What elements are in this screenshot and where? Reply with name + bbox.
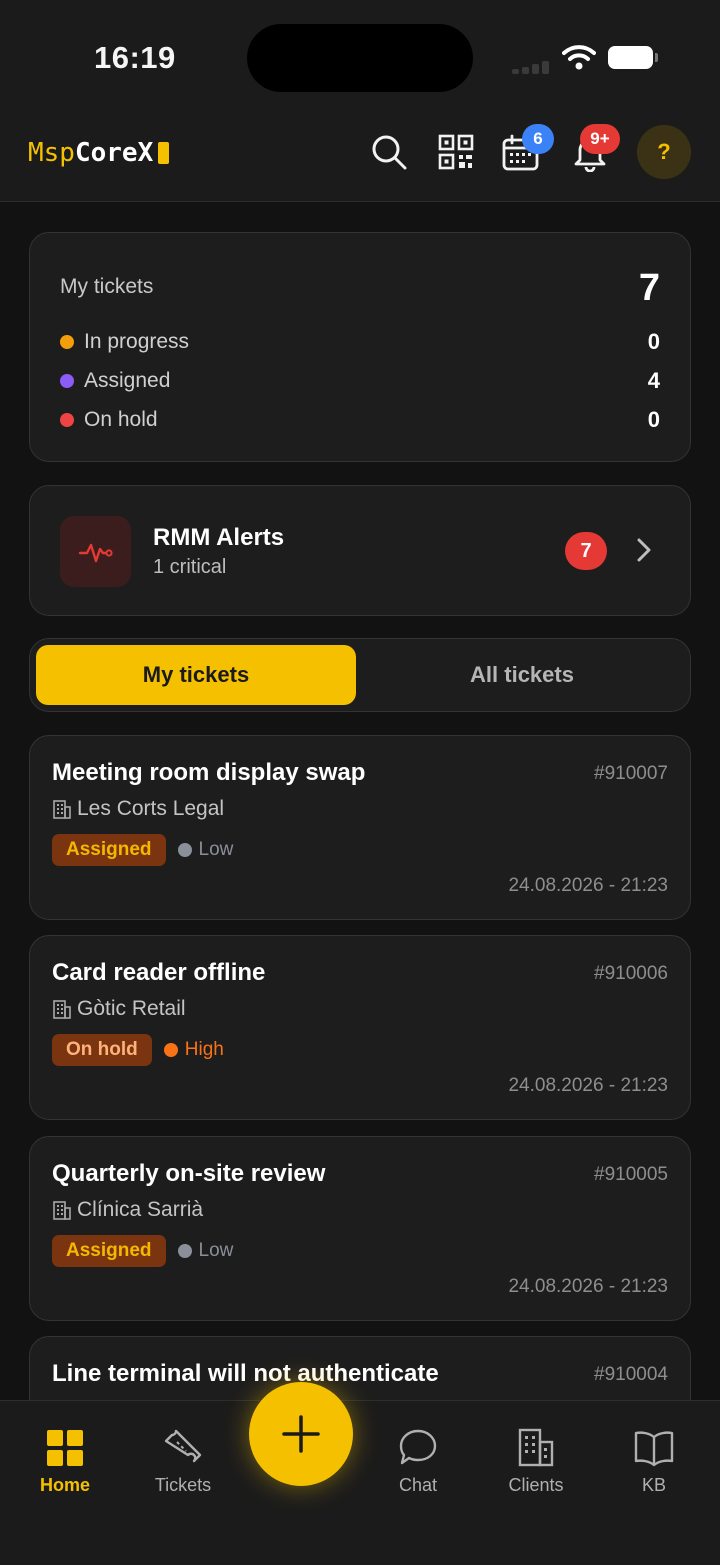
rmm-title: RMM Alerts (153, 524, 285, 551)
plus-icon (282, 1415, 320, 1453)
bottom-navigation: Home Tickets Chat Clients KB (0, 1400, 720, 1565)
battery-icon (608, 46, 658, 69)
notifications-button[interactable]: 9+ (570, 124, 620, 174)
help-button[interactable]: ? (637, 125, 691, 179)
ticket-id: #910007 (594, 763, 668, 784)
ticket-title: Card reader offline (52, 959, 266, 986)
priority-label: Low (198, 1240, 234, 1261)
status-badge: On hold (52, 1034, 152, 1066)
priority-label: Low (198, 839, 234, 860)
nav-tickets[interactable]: Tickets (128, 1423, 238, 1496)
ticket-id: #910006 (594, 963, 668, 984)
priority-indicator: High (163, 1039, 224, 1061)
ticket-chips: Assigned Low (52, 834, 233, 866)
status-time: 16:19 (94, 40, 176, 75)
building-icon (53, 1200, 71, 1220)
building-icon (53, 999, 71, 1019)
ticket-id: #910005 (594, 1164, 668, 1185)
home-grid-icon (46, 1423, 84, 1467)
tab-my-tickets[interactable]: My tickets (36, 645, 356, 705)
rmm-alerts-card[interactable]: RMM Alerts 1 critical 7 (29, 485, 691, 616)
ticket-icon (162, 1423, 204, 1467)
calendar-button[interactable]: 6 (500, 124, 554, 174)
summary-row-label: Assigned (84, 369, 171, 392)
chat-bubble-icon (398, 1423, 438, 1467)
status-dot (60, 335, 74, 349)
nav-home[interactable]: Home (10, 1423, 120, 1496)
summary-row-on-hold: On hold 0 (60, 405, 660, 435)
search-icon[interactable] (369, 132, 409, 172)
priority-indicator: Low (177, 839, 234, 861)
status-bar: 16:19 (0, 0, 720, 110)
status-badge: Assigned (52, 834, 166, 866)
qr-code-icon[interactable] (436, 132, 476, 172)
nav-clients[interactable]: Clients (481, 1423, 591, 1496)
ticket-title: Line terminal will not authenticate (52, 1360, 439, 1387)
priority-dot (163, 1043, 178, 1057)
tab-all-tickets[interactable]: All tickets (362, 645, 682, 705)
ticket-card[interactable]: Quarterly on-site review #910005 Clínica… (29, 1136, 691, 1321)
summary-row-count: 4 (647, 368, 660, 393)
chevron-right-icon (637, 538, 651, 562)
summary-row-count: 0 (647, 407, 660, 432)
priority-label: High (184, 1039, 224, 1060)
nav-kb-label: KB (641, 1475, 666, 1495)
ticket-client: Clínica Sarrià (52, 1198, 203, 1222)
my-tickets-summary-card[interactable]: My tickets 7 In progress 0 Assigned 4 On… (29, 232, 691, 462)
calendar-badge: 6 (522, 124, 554, 154)
notifications-badge: 9+ (580, 124, 620, 154)
ticket-client: Les Corts Legal (52, 797, 224, 821)
ticket-title: Quarterly on-site review (52, 1160, 326, 1187)
building-icon (517, 1423, 555, 1467)
nav-tickets-label: Tickets (154, 1475, 212, 1495)
cellular-signal-icon (512, 60, 552, 74)
ticket-client-name: Clínica Sarrià (77, 1198, 204, 1221)
ticket-client-name: Gòtic Retail (77, 997, 186, 1020)
ticket-date: 24.08.2026 - 21:23 (508, 1075, 668, 1096)
summary-total: 7 (638, 267, 660, 309)
logo-brand: CoreX (74, 138, 154, 168)
logo-cursor (158, 142, 170, 164)
priority-dot (177, 1244, 192, 1258)
rmm-alert-count-badge: 7 (565, 532, 607, 570)
ticket-date: 24.08.2026 - 21:23 (508, 875, 668, 896)
nav-home-label: Home (39, 1475, 90, 1495)
summary-row-count: 0 (647, 329, 660, 354)
heartbeat-icon (60, 516, 131, 587)
summary-row-in-progress: In progress 0 (60, 327, 660, 357)
logo-prefix: Msp (28, 138, 75, 168)
ticket-chips: On hold High (52, 1034, 224, 1066)
summary-row-label: On hold (84, 408, 158, 431)
nav-clients-label: Clients (508, 1475, 564, 1495)
ticket-date: 24.08.2026 - 21:23 (508, 1276, 668, 1297)
nav-chat-label: Chat (398, 1475, 438, 1495)
summary-title: My tickets (60, 275, 154, 298)
app-logo: Msp CoreX (28, 138, 170, 168)
priority-indicator: Low (177, 1240, 234, 1262)
rmm-subtitle: 1 critical (153, 556, 227, 578)
nav-kb[interactable]: KB (599, 1423, 709, 1496)
summary-row-label: In progress (84, 330, 190, 353)
ticket-card[interactable]: Meeting room display swap #910007 Les Co… (29, 735, 691, 920)
summary-row-assigned: Assigned 4 (60, 366, 660, 396)
create-ticket-button[interactable] (249, 1382, 353, 1486)
ticket-card[interactable]: Card reader offline #910006 Gòtic Retail… (29, 935, 691, 1120)
status-dot (60, 374, 74, 388)
book-icon (633, 1423, 675, 1467)
building-icon (53, 799, 71, 819)
wifi-icon (562, 45, 596, 70)
ticket-client-name: Les Corts Legal (77, 797, 225, 820)
ticket-scope-tabs: My tickets All tickets (29, 638, 691, 712)
app-header: Msp CoreX 6 9+ ? (0, 110, 720, 202)
status-badge: Assigned (52, 1235, 166, 1267)
ticket-client: Gòtic Retail (52, 997, 186, 1021)
nav-chat[interactable]: Chat (363, 1423, 473, 1496)
priority-dot (177, 843, 192, 857)
status-dot (60, 413, 74, 427)
ticket-chips: Assigned Low (52, 1235, 233, 1267)
ticket-title: Meeting room display swap (52, 759, 366, 786)
ticket-id: #910004 (594, 1364, 668, 1385)
dynamic-island (247, 24, 473, 92)
